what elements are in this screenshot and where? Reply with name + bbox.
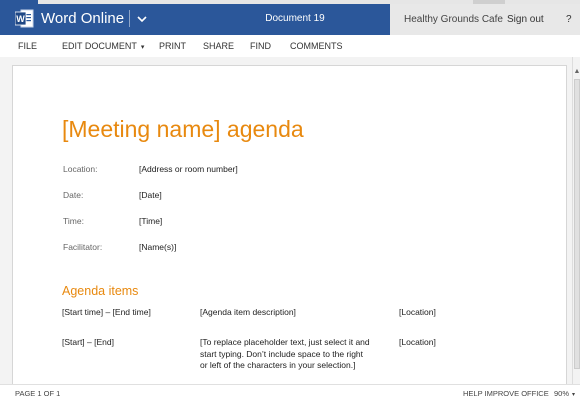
meta-value-facilitator[interactable]: [Name(s)] <box>139 242 176 253</box>
meta-label-location[interactable]: Location: <box>63 164 98 175</box>
document-canvas: [Meeting name] agenda Location: [Address… <box>0 57 572 395</box>
agenda-row-1-description[interactable]: [Agenda item description] <box>200 307 296 318</box>
menu-share[interactable]: SHARE <box>203 41 234 52</box>
document-page[interactable]: [Meeting name] agenda Location: [Address… <box>12 65 567 395</box>
help-improve-office-link[interactable]: HELP IMPROVE OFFICE <box>463 389 549 398</box>
agenda-row-1-time[interactable]: [Start time] – [End time] <box>62 307 151 318</box>
agenda-row-2-time[interactable]: [Start] – [End] <box>62 337 114 348</box>
chevron-down-icon[interactable] <box>134 10 150 28</box>
meta-value-time[interactable]: [Time] <box>139 216 162 227</box>
menu-edit-document-label: EDIT DOCUMENT <box>62 41 137 51</box>
menu-find[interactable]: FIND <box>250 41 271 52</box>
scrollbar-thumb[interactable] <box>574 79 580 369</box>
app-title[interactable]: Word Online <box>41 9 124 28</box>
menu-comments[interactable]: COMMENTS <box>290 41 343 52</box>
account-area: Healthy Grounds Cafe Sign out ? <box>390 4 580 35</box>
menu-file[interactable]: FILE <box>18 41 37 52</box>
menu-print[interactable]: PRINT <box>159 41 186 52</box>
menu-edit-document[interactable]: EDIT DOCUMENT ▾ <box>62 41 144 53</box>
agenda-row-2-location[interactable]: [Location] <box>399 337 436 348</box>
zoom-control[interactable]: 90% ▾ <box>554 389 575 400</box>
word-logo-icon[interactable]: W <box>15 9 34 28</box>
caret-down-icon: ▾ <box>572 392 576 398</box>
title-bar: W Word Online Document 19 Healthy Ground… <box>0 0 580 35</box>
document-title[interactable]: [Meeting name] agenda <box>62 115 304 143</box>
sign-out-link[interactable]: Sign out <box>507 14 544 26</box>
menu-bar: FILE EDIT DOCUMENT ▾ PRINT SHARE FIND COM… <box>0 35 580 57</box>
svg-text:W: W <box>16 14 25 24</box>
document-name[interactable]: Document 19 <box>260 12 330 25</box>
caret-down-icon: ▾ <box>140 44 145 51</box>
status-bar: PAGE 1 OF 1 HELP IMPROVE OFFICE 90% ▾ <box>0 384 580 400</box>
vertical-scrollbar[interactable]: ▲ <box>572 57 580 384</box>
account-name[interactable]: Healthy Grounds Cafe <box>404 14 503 26</box>
help-button[interactable]: ? <box>566 14 572 26</box>
zoom-level: 90% <box>554 389 570 398</box>
section-heading-agenda-items[interactable]: Agenda items <box>62 284 138 299</box>
agenda-row-1-location[interactable]: [Location] <box>399 307 436 318</box>
scroll-up-arrow-icon[interactable]: ▲ <box>573 67 580 77</box>
meta-value-date[interactable]: [Date] <box>139 190 162 201</box>
meta-label-time[interactable]: Time: <box>63 216 84 227</box>
agenda-row-2-description[interactable]: [To replace placeholder text, just selec… <box>200 337 372 372</box>
page-count: PAGE 1 OF 1 <box>15 389 61 398</box>
active-tab-indicator <box>0 0 38 4</box>
meta-label-date[interactable]: Date: <box>63 190 83 201</box>
meta-label-facilitator[interactable]: Facilitator: <box>63 242 102 253</box>
meta-value-location[interactable]: [Address or room number] <box>139 164 238 175</box>
title-divider <box>129 10 130 27</box>
